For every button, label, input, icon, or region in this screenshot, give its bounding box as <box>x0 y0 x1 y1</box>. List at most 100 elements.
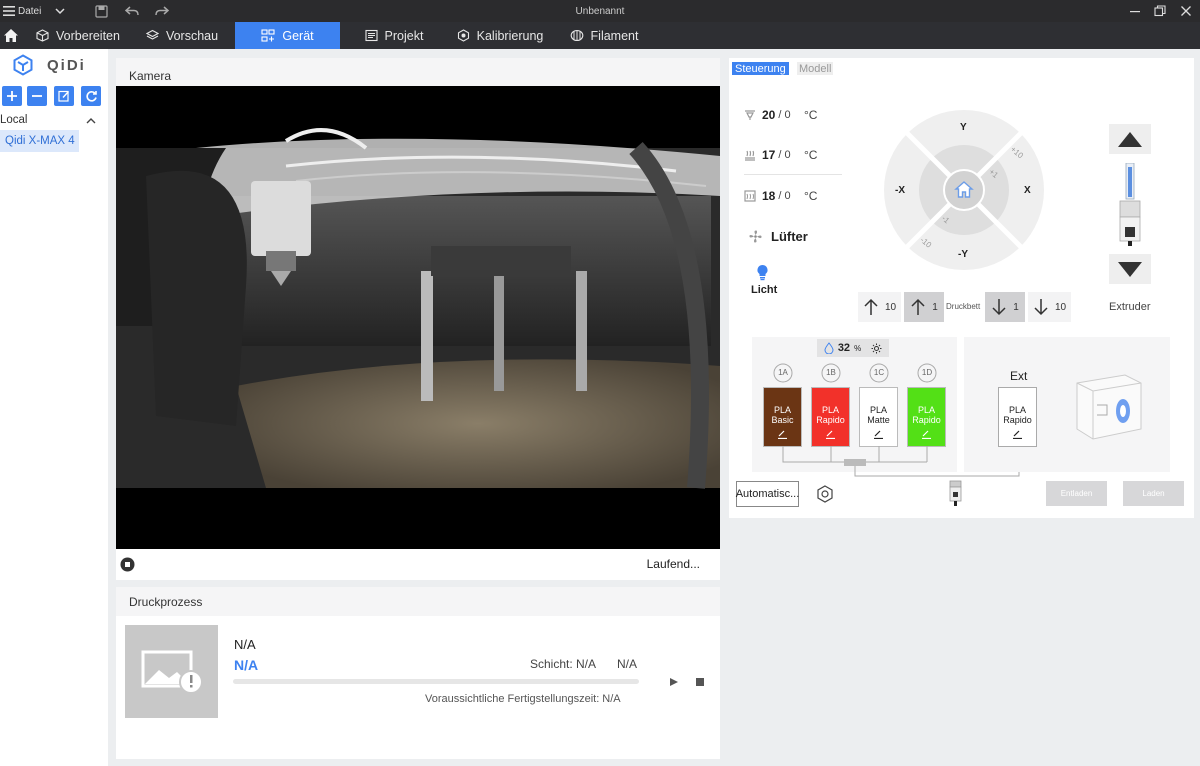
window-title: Unbenannt <box>575 5 625 17</box>
nozzle-icon <box>745 110 755 120</box>
tab-kalibrierung[interactable]: Kalibrierung <box>450 22 550 49</box>
refresh-button[interactable] <box>81 86 101 106</box>
temp-unit: °C <box>804 189 818 203</box>
save-icon[interactable] <box>95 0 108 22</box>
print-job-title: Druckprozess <box>116 587 720 616</box>
edit-pen-icon <box>1013 430 1022 439</box>
minus-icon <box>32 95 42 97</box>
temp-unit: °C <box>804 108 818 122</box>
resume-button[interactable] <box>669 676 679 690</box>
tab-geraet[interactable]: Gerät <box>235 22 340 49</box>
unload-button[interactable]: Entladen <box>1046 481 1107 506</box>
progress-value: N/A <box>617 657 638 671</box>
tab-modell[interactable]: Modell <box>797 62 834 75</box>
jog-y-plus[interactable]: Y <box>960 122 967 133</box>
arrow-down-icon <box>992 299 1006 316</box>
remove-printer-button[interactable] <box>27 86 47 106</box>
toolhead-icon <box>949 480 962 511</box>
undo-icon[interactable] <box>125 0 139 22</box>
bed-heat-icon <box>745 150 755 161</box>
chamber-temp[interactable]: 18 / 0 °C <box>744 185 817 207</box>
external-spool-image <box>1073 371 1145 446</box>
file-name: N/A <box>234 637 256 652</box>
task-name: N/A <box>234 657 259 673</box>
restore-icon[interactable] <box>1154 0 1166 22</box>
camera-image <box>116 128 720 549</box>
print-progress-bar <box>233 679 639 684</box>
hamburger-menu-icon[interactable] <box>2 0 16 22</box>
jog-x-plus[interactable]: X <box>1024 185 1031 196</box>
step-label: 10 <box>1054 301 1067 313</box>
fan-control[interactable]: Lüfter <box>748 229 808 244</box>
fan-label: Lüfter <box>771 229 808 244</box>
filament-type: PLA <box>773 405 791 415</box>
filament-slot-1d[interactable]: PLA Rapido <box>907 387 946 447</box>
layers-icon <box>145 29 159 40</box>
filament-slot-ext[interactable]: PLA Rapido <box>998 387 1037 447</box>
nozzle-temp[interactable]: 20 / 0 °C <box>744 104 817 126</box>
arrow-down-icon <box>1034 299 1048 316</box>
camera-feed <box>116 86 720 549</box>
minimize-icon[interactable] <box>1129 0 1141 22</box>
filament-name: Rapido <box>912 415 941 425</box>
stop-circle-icon <box>120 557 135 572</box>
qidi-logo: QiDi <box>12 54 86 76</box>
printer-list-item[interactable]: Qidi X-MAX 4 <box>0 130 79 152</box>
fan-icon <box>749 230 762 243</box>
filament-type: PLA <box>821 405 839 415</box>
ext-label: Ext <box>1010 369 1028 383</box>
filament-slot-1b[interactable]: PLA Rapido <box>811 387 850 447</box>
title-bar: Unbenannt Datei <box>0 0 1200 22</box>
edit-pen-icon <box>826 430 835 439</box>
jog-y-minus[interactable]: -Y <box>958 249 968 260</box>
bed-up-10-button[interactable]: 10 <box>858 292 901 322</box>
tab-label: Vorbereiten <box>56 28 120 43</box>
jog-x-minus[interactable]: -X <box>895 185 905 196</box>
extruder-image <box>1117 162 1143 250</box>
redo-icon[interactable] <box>155 0 169 22</box>
add-printer-button[interactable] <box>2 86 22 106</box>
file-menu[interactable]: Datei <box>18 0 41 22</box>
filament-slot-1c[interactable]: PLA Matte <box>859 387 898 447</box>
sun-icon <box>871 343 882 353</box>
tab-vorbereiten[interactable]: Vorbereiten <box>28 22 128 49</box>
camera-status: Laufend... <box>646 557 700 571</box>
tab-vorschau[interactable]: Vorschau <box>138 22 226 49</box>
tab-steuerung[interactable]: Steuerung <box>732 62 789 75</box>
step-label: 10 <box>884 301 897 313</box>
filament-icon <box>570 29 583 42</box>
bed-label: Druckbett <box>946 302 981 311</box>
extrude-up-button[interactable] <box>1109 124 1151 154</box>
bed-up-1-button[interactable]: 1 <box>904 292 944 322</box>
home-axes-icon[interactable] <box>954 180 974 203</box>
stop-print-button[interactable] <box>695 676 705 690</box>
bed-down-10-button[interactable]: 10 <box>1028 292 1071 322</box>
light-bulb-icon[interactable] <box>756 264 769 284</box>
load-button[interactable]: Laden <box>1123 481 1184 506</box>
project-icon <box>364 29 378 42</box>
filament-slot-1a[interactable]: PLA Basic <box>763 387 802 447</box>
arrow-up-icon <box>864 298 878 315</box>
tab-label: Vorschau <box>165 28 219 43</box>
edit-printer-button[interactable] <box>54 86 74 106</box>
device-icon <box>261 29 275 42</box>
tab-filament[interactable]: Filament <box>566 22 642 49</box>
auto-refill-button[interactable]: Automatisc... <box>736 481 799 507</box>
edit-icon <box>58 90 70 102</box>
eta-label: Voraussichtliche Fertigstellungszeit: N/… <box>425 693 621 705</box>
home-icon[interactable] <box>0 22 22 49</box>
tab-projekt[interactable]: Projekt <box>356 22 432 49</box>
bed-temp[interactable]: 17 / 0 °C <box>744 144 817 166</box>
chevron-down-icon[interactable] <box>55 0 65 22</box>
filament-name: Rapido <box>1003 415 1032 425</box>
light-label: Licht <box>751 284 778 296</box>
local-section-header[interactable]: Local <box>0 112 100 128</box>
cube-icon <box>36 29 49 42</box>
ams-settings-icon[interactable] <box>815 484 835 507</box>
stop-stream-button[interactable] <box>120 557 135 575</box>
close-icon[interactable] <box>1180 0 1192 22</box>
filament-name: Matte <box>867 415 890 425</box>
extrude-down-button[interactable] <box>1109 254 1151 284</box>
image-missing-icon <box>141 650 203 694</box>
bed-down-1-button[interactable]: 1 <box>985 292 1025 322</box>
